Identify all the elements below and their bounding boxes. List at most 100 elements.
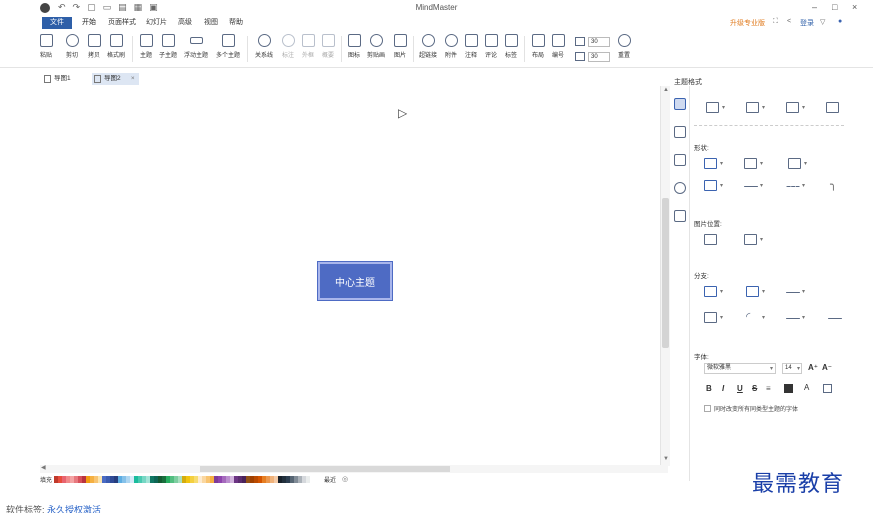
side-icon-bar [670, 86, 690, 481]
font-size-dropdown-icon[interactable]: ▾ [797, 365, 800, 372]
grow-font-button[interactable]: A⁺ [808, 363, 818, 372]
clipart-button[interactable]: 剪贴画 [364, 34, 388, 59]
menu-page-style[interactable]: 页面样式 [108, 17, 136, 29]
login-link[interactable]: 登录 [800, 18, 814, 28]
tag-button[interactable]: 标签 [499, 34, 523, 59]
help-icon[interactable]: ● [838, 18, 842, 25]
image-position-label: 图片位置: [694, 221, 722, 228]
ribbon-separator [413, 36, 414, 62]
horizontal-spacing-spinner[interactable]: 30 [588, 37, 610, 47]
branch-dash-icon[interactable] [828, 318, 842, 319]
topic-format-icon[interactable] [674, 98, 686, 110]
recent-colors-label: 最近 [324, 477, 337, 484]
palette-swatches [54, 475, 310, 483]
image-library-icon[interactable] [674, 154, 686, 166]
image-size-icon[interactable] [744, 234, 757, 245]
branch-connector-icon[interactable] [704, 312, 717, 323]
menu-advanced[interactable]: 高级 [178, 17, 192, 29]
strikethrough-button[interactable]: S [752, 384, 757, 393]
connector-style-icon[interactable] [786, 102, 799, 113]
menu-file[interactable]: 文件 [42, 17, 72, 29]
text-align-icon[interactable]: ≡ [766, 384, 771, 393]
fullscreen-icon[interactable]: ⛶ [773, 18, 778, 26]
central-topic[interactable]: 中心主题 [317, 261, 393, 301]
relationship-icon [257, 34, 271, 47]
font-family-dropdown-icon[interactable]: ▾ [770, 365, 773, 372]
vertical-scroll-thumb[interactable] [662, 198, 669, 348]
minimize-button[interactable]: – [812, 2, 817, 12]
hyperlink-button[interactable]: 超链接 [416, 34, 440, 59]
layout-style-icon[interactable] [706, 102, 719, 113]
horizontal-scrollbar[interactable]: ◀ [40, 465, 668, 473]
skin-icon[interactable]: ▽ [820, 18, 825, 26]
font-color-icon[interactable]: A [804, 383, 809, 392]
branch-fill-icon[interactable] [704, 286, 717, 297]
close-tab-icon[interactable]: × [131, 73, 135, 85]
footer-link[interactable]: 永久授权激活 [47, 505, 101, 513]
close-button[interactable]: × [852, 2, 857, 12]
reset-button[interactable]: 重置 [612, 34, 636, 59]
branch-curve-icon[interactable]: ◜ [746, 310, 750, 323]
branch-arrow-icon[interactable] [786, 318, 800, 319]
border-dash-icon[interactable] [786, 186, 800, 187]
picture-button[interactable]: 图片 [388, 34, 412, 59]
insert-icon-icon [347, 34, 361, 47]
upgrade-link[interactable]: 升级专业版 [730, 18, 765, 28]
shrink-font-button[interactable]: A⁻ [822, 363, 832, 372]
comment-icon [484, 34, 498, 47]
fill-color-icon[interactable] [704, 158, 717, 169]
vertical-spacing-spinner[interactable]: 30 [588, 52, 610, 62]
scroll-down-icon[interactable]: ▼ [663, 456, 669, 462]
summary-button[interactable]: 概要 [316, 34, 340, 59]
icon-button[interactable]: 图标 [342, 34, 366, 59]
menu-home[interactable]: 开始 [82, 17, 96, 29]
format-painter-button[interactable]: 格式刷 [104, 34, 128, 59]
maximize-button[interactable]: □ [832, 2, 837, 12]
numbering-button[interactable]: 编号 [546, 34, 570, 59]
corner-shape-icon[interactable]: ╮ [830, 178, 837, 191]
tab-map1[interactable]: 导图1 [42, 73, 71, 85]
bold-button[interactable]: B [706, 384, 712, 393]
text-box-icon[interactable] [823, 384, 832, 393]
apply-all-checkbox[interactable] [704, 405, 711, 412]
relationship-button[interactable]: 关系线 [252, 34, 276, 59]
vertical-scrollbar[interactable]: ▲ ▼ [660, 86, 670, 466]
task-icon[interactable] [674, 210, 686, 222]
paste-button[interactable]: 粘贴 [34, 34, 58, 59]
scroll-up-icon[interactable]: ▲ [663, 87, 669, 93]
topic-button[interactable]: 主题 [134, 34, 158, 59]
floating-topic-icon [189, 37, 203, 44]
border-weight-icon[interactable] [744, 186, 758, 187]
subtopic-icon [161, 34, 175, 47]
image-position-icon[interactable] [704, 234, 717, 245]
text-highlight-icon[interactable] [784, 384, 793, 393]
scroll-left-icon[interactable]: ◀ [41, 464, 46, 471]
menu-help[interactable]: 帮助 [229, 17, 243, 29]
color-swatch[interactable] [306, 475, 310, 483]
menu-slides[interactable]: 幻灯片 [146, 17, 167, 29]
cut-button[interactable]: 剪切 [60, 34, 84, 59]
branch-weight-icon[interactable] [786, 292, 800, 293]
numbering-style-icon[interactable] [826, 102, 839, 113]
outline-icon[interactable] [674, 126, 686, 138]
mindmap-file-icon [94, 75, 101, 83]
copy-button[interactable]: 拷贝 [82, 34, 106, 59]
border-color-icon[interactable] [704, 180, 717, 191]
underline-button[interactable]: U [737, 384, 743, 393]
floating-topic-button[interactable]: 浮动主题 [184, 34, 208, 59]
subtopic-button[interactable]: 子主题 [156, 34, 180, 59]
multiple-topics-button[interactable]: 多个主题 [216, 34, 240, 59]
horizontal-scroll-thumb[interactable] [200, 466, 450, 472]
shape-style-icon[interactable] [744, 158, 757, 169]
shadow-icon[interactable] [788, 158, 801, 169]
branch-color-icon[interactable] [746, 286, 759, 297]
multiple-topics-icon [221, 34, 235, 47]
font-family-select[interactable]: 微软雅黑 [704, 363, 776, 374]
structure-icon[interactable] [746, 102, 759, 113]
more-colors-icon[interactable]: ◎ [342, 475, 348, 483]
clipart-library-icon[interactable] [674, 182, 686, 194]
tab-map2[interactable]: 导图2 × [92, 73, 139, 85]
italic-button[interactable]: I [722, 384, 724, 393]
share-icon[interactable]: < [787, 18, 791, 25]
menu-view[interactable]: 视图 [204, 17, 218, 29]
